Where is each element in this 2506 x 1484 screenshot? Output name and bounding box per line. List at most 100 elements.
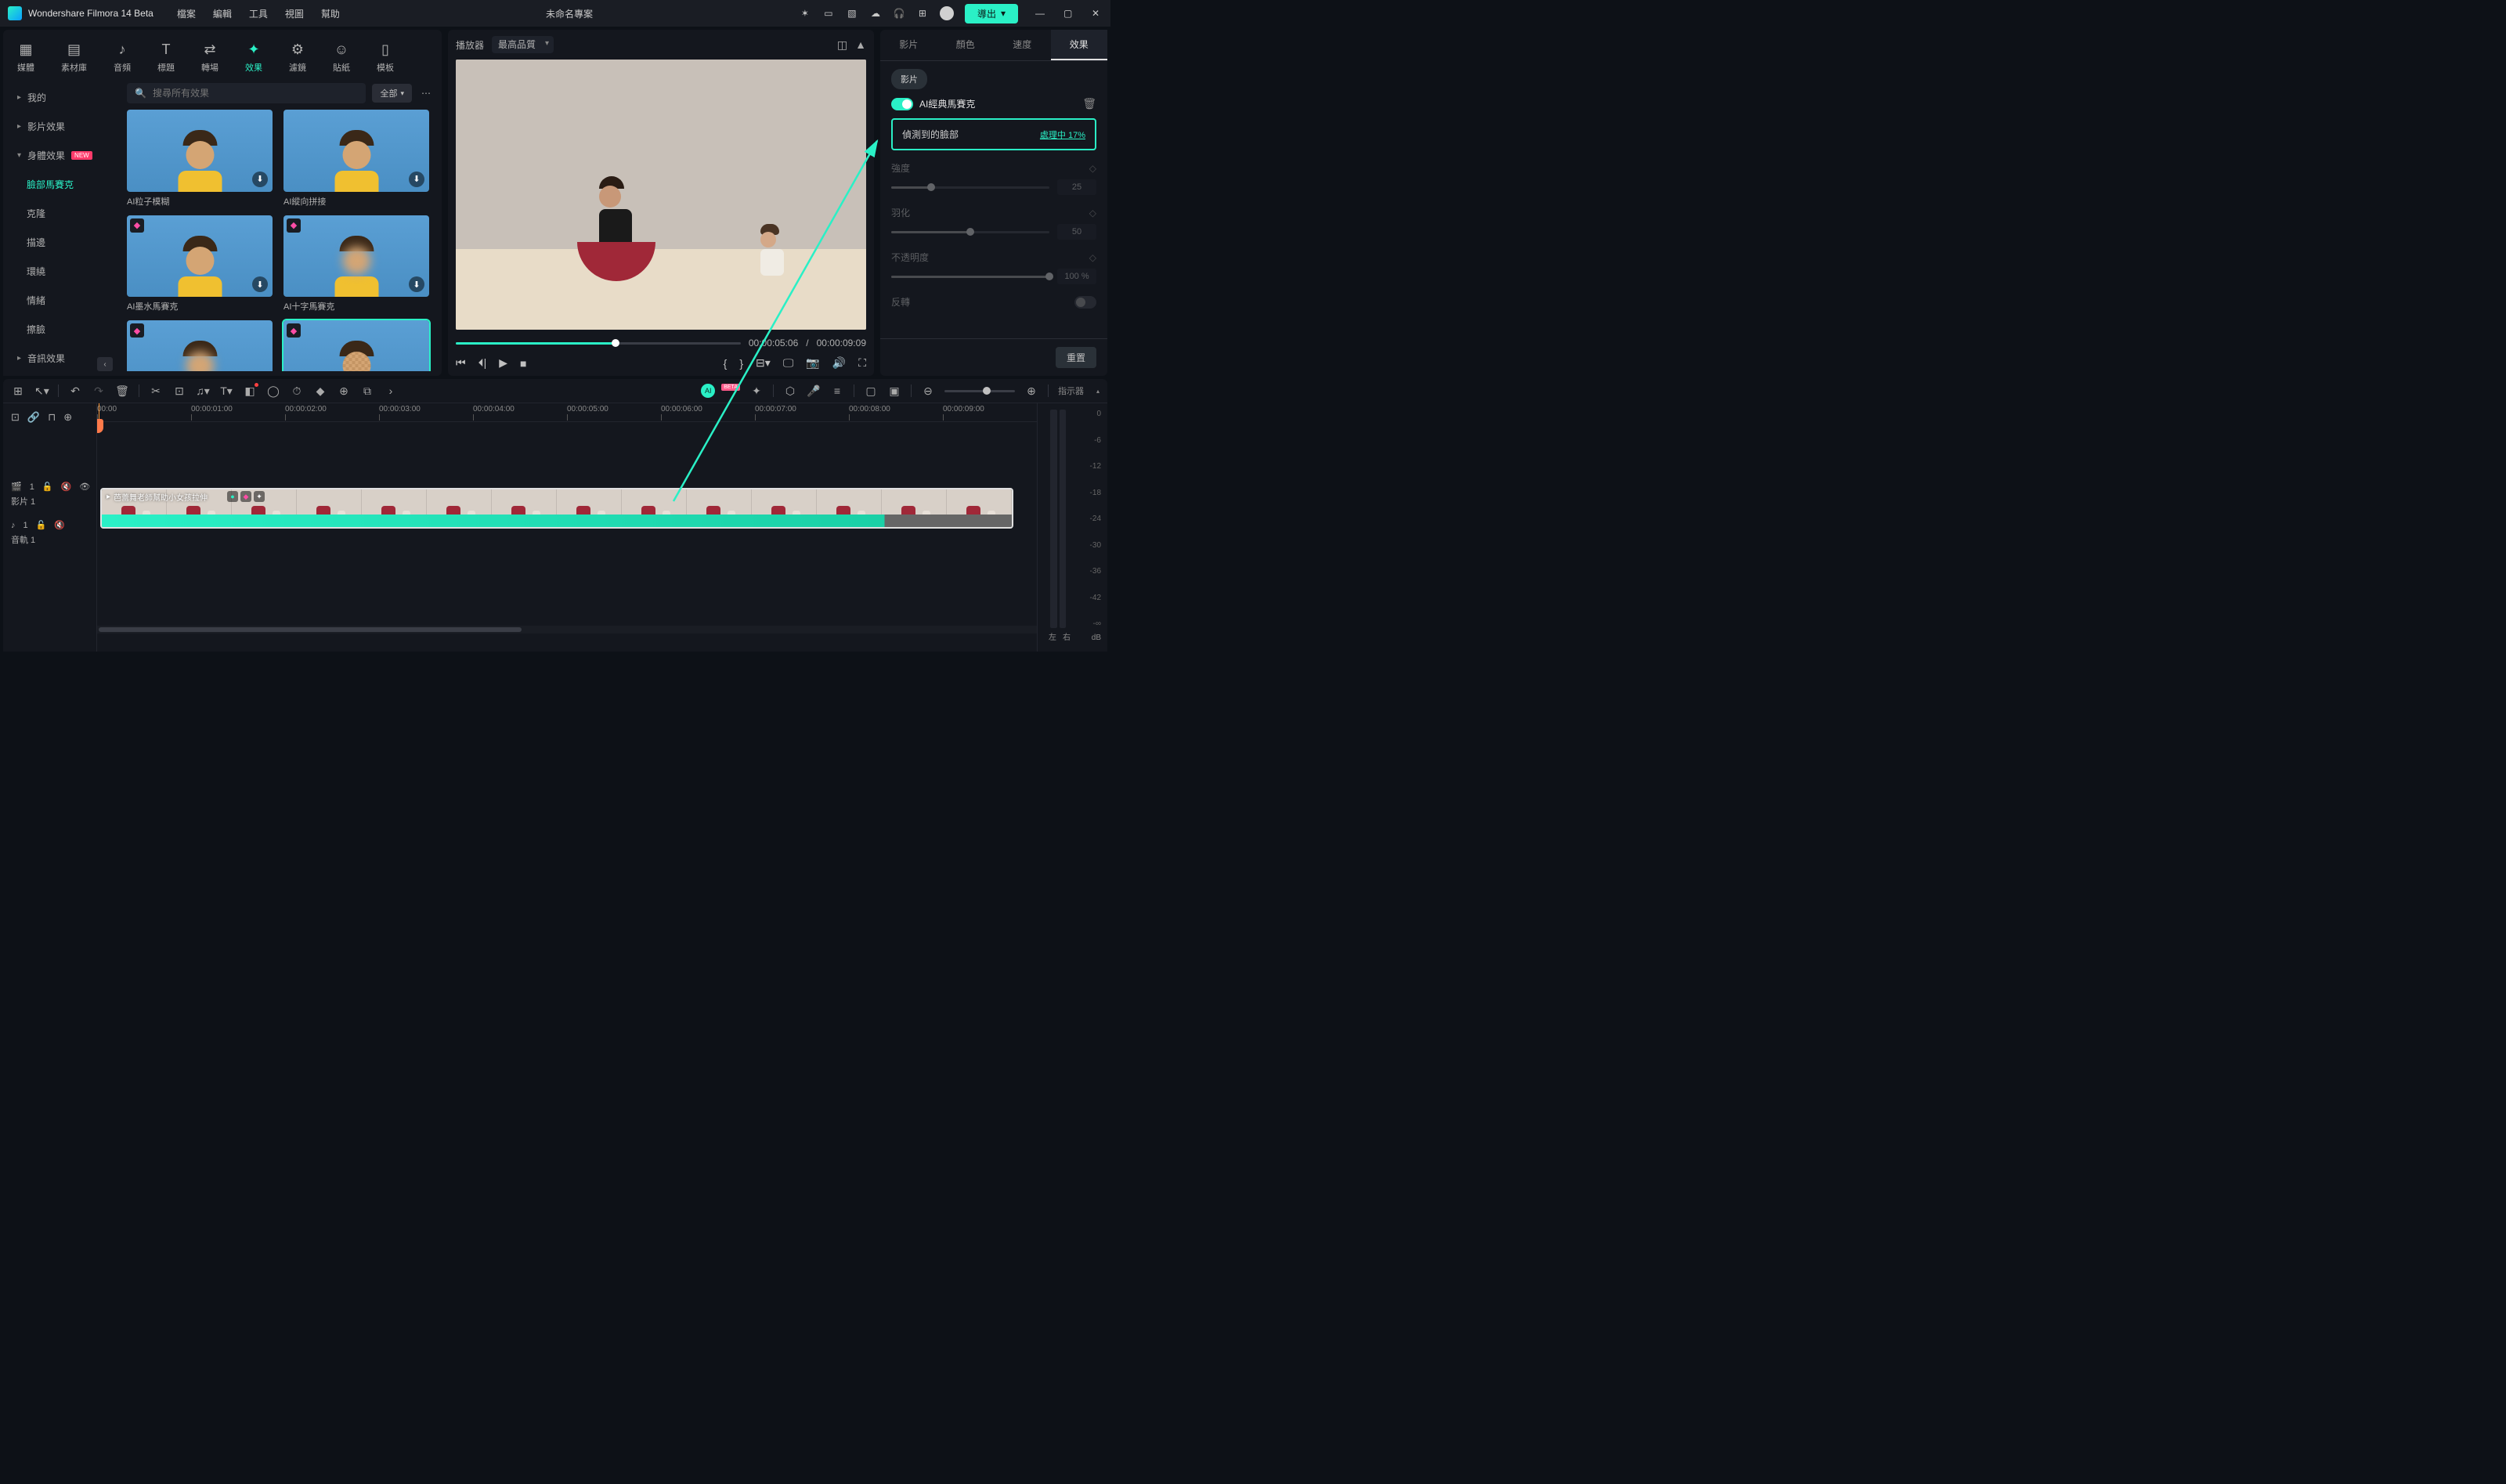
tab-media[interactable]: ▦媒體	[11, 36, 41, 78]
download-icon[interactable]: ⬇	[252, 276, 268, 292]
collapse-sidebar-button[interactable]: ‹	[97, 357, 113, 371]
effect-card[interactable]: ◆⬇ AI墨水馬賽克	[127, 215, 273, 313]
sidebar-item-body-effects[interactable]: ▾身體效果NEW	[3, 141, 119, 170]
timeline-scrollbar[interactable]	[97, 626, 1037, 634]
sidebar-item-emotion[interactable]: 情緒	[3, 286, 119, 315]
strength-value[interactable]: 25	[1057, 179, 1096, 195]
delete-button[interactable]: 🗑	[115, 385, 129, 398]
stop-button[interactable]: ■	[520, 357, 526, 370]
user-avatar[interactable]	[940, 6, 954, 20]
lock-icon[interactable]: 🔓	[36, 520, 47, 530]
sidebar-item-mine[interactable]: ▸我的	[3, 83, 119, 112]
tab-title[interactable]: T標題	[151, 36, 181, 78]
tab-transition[interactable]: ⇄轉場	[195, 36, 225, 78]
sidebar-item-outline[interactable]: 描邊	[3, 228, 119, 257]
delete-effect-button[interactable]: 🗑	[1082, 97, 1096, 110]
effect-card[interactable]: ⬇ AI縱向拼接	[283, 110, 429, 208]
inspector-pill[interactable]: 影片	[891, 69, 927, 89]
tab-stock[interactable]: ▤素材庫	[55, 36, 93, 78]
tl-target-icon[interactable]: ⊕	[63, 411, 72, 424]
snapshot-landscape-icon[interactable]: ▲	[855, 38, 866, 51]
tracking-button[interactable]: ⊕	[337, 385, 351, 398]
image-icon[interactable]: ▧	[846, 7, 858, 20]
compare-icon[interactable]: ◫	[837, 38, 847, 52]
video-preview[interactable]	[456, 60, 866, 330]
step-back-button[interactable]: ⏴|	[478, 356, 487, 370]
zoom-out-button[interactable]: ⊖	[921, 385, 935, 398]
reset-param-icon[interactable]: ◇	[1089, 163, 1096, 174]
inspector-tab-color[interactable]: 顏色	[937, 30, 995, 60]
tab-filter[interactable]: ⚙濾鏡	[283, 36, 312, 78]
opacity-slider[interactable]	[891, 276, 1049, 278]
lock-icon[interactable]: 🔓	[42, 482, 53, 492]
tab-sticker[interactable]: ☺貼紙	[327, 36, 356, 78]
music-button[interactable]: ♫▾	[196, 385, 210, 398]
tab-audio[interactable]: ♪音頻	[107, 36, 137, 78]
menu-file[interactable]: 檔案	[177, 7, 196, 20]
reset-param-icon[interactable]: ◇	[1089, 252, 1096, 263]
feather-value[interactable]: 50	[1057, 224, 1096, 240]
snapshot-button[interactable]: 📷	[806, 356, 819, 370]
quality-select[interactable]: 最高品質	[492, 36, 554, 53]
speed-button[interactable]: ⏱	[290, 385, 304, 398]
volume-button[interactable]: 🔊	[832, 356, 846, 370]
undo-button[interactable]: ↶	[68, 385, 82, 398]
mixer-button[interactable]: ≡	[830, 385, 844, 397]
color-button[interactable]: ◧	[243, 385, 257, 398]
snap-button[interactable]: ▣	[887, 385, 901, 398]
marker-button[interactable]: ⬡	[783, 385, 797, 398]
tl-link-icon[interactable]: 🔗	[27, 411, 40, 424]
reset-param-icon[interactable]: ◇	[1089, 208, 1096, 218]
effect-card[interactable]: ◆⬇ AI模糊馬賽克	[127, 320, 273, 371]
crop-button[interactable]: ⊡	[172, 385, 186, 398]
voiceover-button[interactable]: 🎤	[807, 385, 821, 398]
prev-frame-button[interactable]: ⏮	[456, 356, 466, 370]
more-options-button[interactable]: ⋯	[418, 85, 434, 102]
ai-button[interactable]: AI	[701, 384, 715, 398]
more-tools-button[interactable]: ›	[384, 385, 398, 397]
effect-card[interactable]: ◆+ AI經典馬賽克	[283, 320, 429, 371]
mark-out-button[interactable]: }	[739, 357, 743, 370]
opacity-value[interactable]: 100 %	[1057, 269, 1096, 284]
timeline-ruler[interactable]: 00:00 00:00:01:00 00:00:02:00 00:00:03:0…	[97, 403, 1037, 422]
mask-button[interactable]: ◯	[266, 385, 280, 398]
display-button[interactable]: 🖵	[783, 356, 794, 370]
eye-icon[interactable]: 👁	[79, 482, 90, 492]
tab-template[interactable]: ▯模板	[370, 36, 400, 78]
screen-icon[interactable]: ▭	[822, 7, 835, 20]
download-icon[interactable]: ⬇	[252, 172, 268, 187]
mute-icon[interactable]: 🔇	[54, 520, 65, 530]
headphones-icon[interactable]: 🎧	[893, 7, 905, 20]
redo-button[interactable]: ↷	[92, 385, 106, 398]
tl-magnet-icon[interactable]: ⊓	[48, 411, 56, 424]
video-clip[interactable]: ▸芭蕾舞老師幫助小女孩拉伸 ● ◆ ✦	[100, 488, 1013, 529]
sidebar-item-wipe-face[interactable]: 擦臉	[3, 315, 119, 344]
inspector-tab-video[interactable]: 影片	[880, 30, 937, 60]
tl-cursor-icon[interactable]: ↖▾	[34, 385, 49, 398]
video-track-header[interactable]: 🎬1🔓🔇👁 影片 1	[3, 475, 96, 514]
detect-progress[interactable]: 處理中 17%	[1040, 128, 1085, 141]
feather-slider[interactable]	[891, 231, 1049, 233]
sidebar-item-surround[interactable]: 環繞	[3, 257, 119, 286]
audio-track-header[interactable]: ♪1🔓🔇 音軌 1	[3, 514, 96, 552]
ai-sparkle-icon[interactable]: ✦	[749, 385, 764, 398]
close-button[interactable]: ✕	[1092, 8, 1103, 19]
mark-in-button[interactable]: {	[724, 357, 728, 370]
inspector-tab-speed[interactable]: 速度	[994, 30, 1051, 60]
play-button[interactable]: ▶	[499, 356, 507, 370]
split-button[interactable]: ✂	[149, 385, 163, 398]
minimize-button[interactable]: —	[1035, 8, 1046, 19]
filter-button[interactable]: 全部▾	[372, 84, 412, 103]
menu-tools[interactable]: 工具	[249, 7, 268, 20]
effect-card[interactable]: ⬇ AI粒子模糊	[127, 110, 273, 208]
meter-chevron-icon[interactable]: ▴	[1096, 388, 1100, 395]
menu-view[interactable]: 視圖	[285, 7, 304, 20]
sidebar-item-clone[interactable]: 克隆	[3, 199, 119, 228]
download-icon[interactable]: ⬇	[409, 276, 424, 292]
menu-help[interactable]: 幫助	[321, 7, 340, 20]
reset-button[interactable]: 重置	[1056, 347, 1096, 368]
tab-effects[interactable]: ✦效果	[239, 36, 269, 78]
invert-toggle[interactable]	[1074, 296, 1096, 309]
tl-layout-icon[interactable]: ⊞	[11, 385, 25, 398]
zoom-slider[interactable]	[944, 390, 1015, 392]
